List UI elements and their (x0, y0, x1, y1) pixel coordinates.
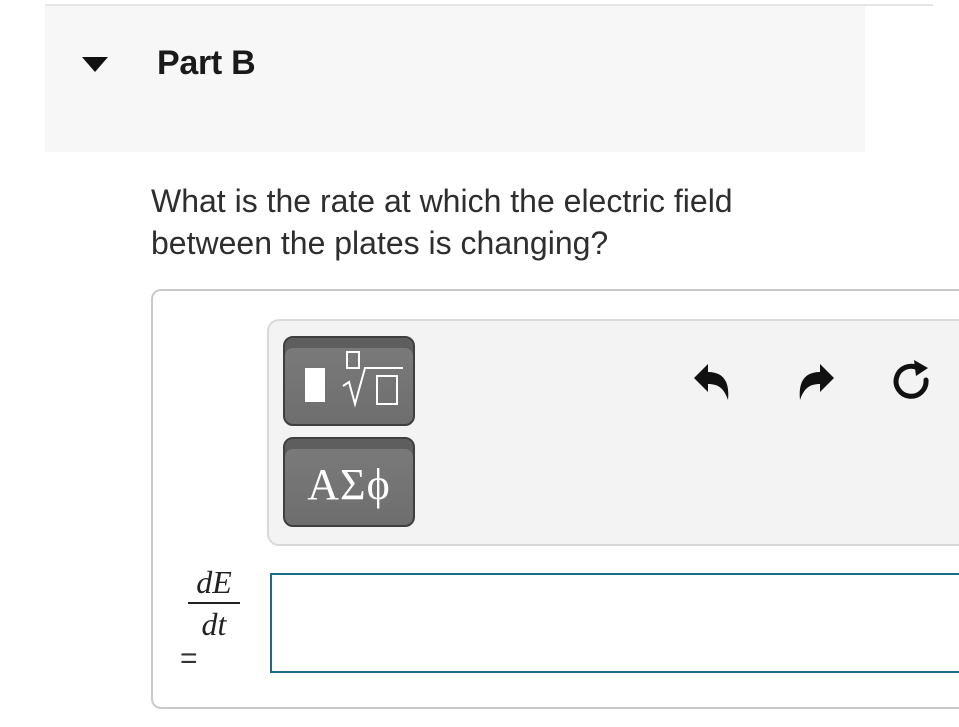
undo-icon[interactable] (690, 358, 738, 406)
templates-button[interactable] (283, 336, 415, 426)
templates-radical-icon (305, 351, 403, 408)
answer-input[interactable] (270, 573, 959, 673)
fraction-bar (188, 602, 240, 604)
lhs-fraction: dE dt (186, 565, 242, 641)
equals-sign: = (180, 642, 198, 675)
question-text: What is the rate at which the electric f… (151, 183, 733, 261)
redo-icon[interactable] (790, 358, 838, 406)
reset-icon[interactable] (888, 358, 936, 406)
part-title: Part B (157, 44, 256, 82)
caret-down-icon[interactable] (82, 57, 108, 72)
symbols-button[interactable]: ΑΣϕ (283, 437, 415, 527)
fraction-numerator: dE (196, 564, 232, 600)
fraction-denominator: dt (201, 606, 227, 642)
symbols-button-label: ΑΣϕ (307, 460, 391, 509)
